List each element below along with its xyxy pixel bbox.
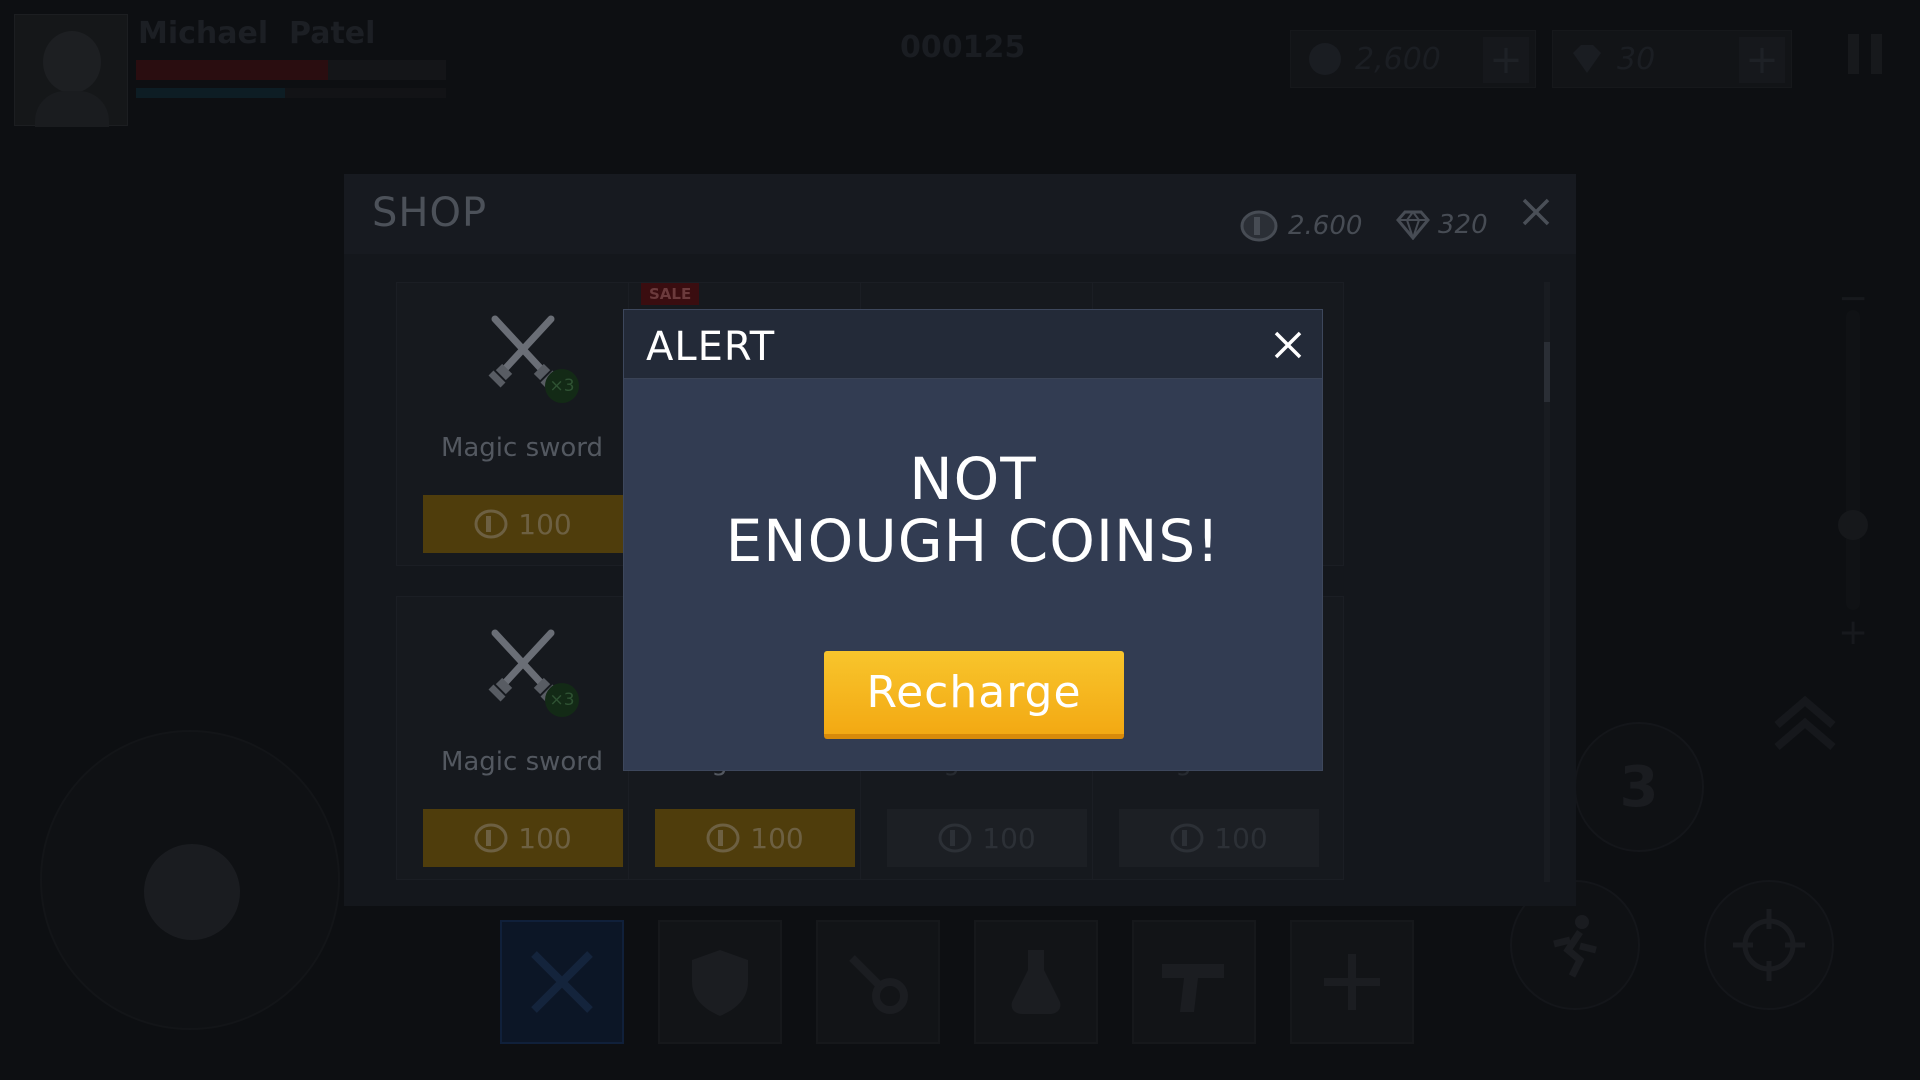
buy-button[interactable]: 100 [1119,809,1319,867]
aim-button[interactable] [1704,880,1834,1010]
coin-resource: 2,600 + [1290,30,1536,88]
counter-button[interactable]: 3 [1574,722,1704,852]
shop-scrollbar[interactable] [1544,282,1550,882]
alert-close-icon[interactable] [1267,324,1309,366]
pause-button[interactable] [1848,34,1882,74]
hud-gem-amount: 30 [1617,41,1656,77]
shop-header: SHOP 2.600 320 [344,174,1576,254]
health-bar [136,60,446,80]
coin-icon [474,509,508,539]
score-display: 000125 [900,30,1026,65]
coin-icon [938,823,972,853]
skill-slot-shield[interactable] [658,920,782,1044]
shop-coin-balance: 2.600 [1240,210,1362,242]
buy-button[interactable]: 100 [655,809,855,867]
game-screen: Michael Patel 000125 2,600 + 30 + − + 3 [0,0,1920,1080]
key-icon [849,955,908,1014]
shop-close-icon[interactable] [1516,192,1556,232]
pause-icon [1848,34,1859,74]
item-price: 100 [518,821,572,855]
gun-icon [1162,964,1224,1012]
shield-icon [692,950,748,1016]
quantity-badge: ×3 [545,369,579,403]
item-price: 100 [750,821,804,855]
shop-gem-balance: 320 [1396,210,1488,240]
zoom-slider-handle[interactable] [1838,510,1868,540]
crosshair-icon [1733,909,1805,981]
gem-icon [1396,210,1430,240]
shop-coin-amount: 2.600 [1288,211,1363,241]
item-price: 100 [982,821,1036,855]
alert-dialog: ALERT NOT ENOUGH COINS! Recharge [623,309,1323,771]
recharge-button[interactable]: Recharge [824,651,1124,739]
skill-slot-key[interactable] [816,920,940,1044]
skill-slot-potion[interactable] [974,920,1098,1044]
item-price: 100 [518,507,572,541]
alert-message-line2: ENOUGH COINS! [725,507,1221,575]
alert-header: ALERT [624,310,1322,379]
player-name: Michael Patel [138,16,376,51]
shop-item-card[interactable]: ×3 Magic sword 100 [396,282,648,566]
buy-button[interactable]: 100 [423,495,623,553]
alert-message: NOT ENOUGH COINS! [624,448,1322,572]
potion-icon [1011,950,1061,1014]
shop-scrollbar-thumb[interactable] [1544,342,1550,402]
item-price: 100 [1214,821,1268,855]
coin-icon [1170,823,1204,853]
zoom-out-icon[interactable]: − [1838,278,1868,319]
joystick-knob[interactable] [144,844,240,940]
add-gems-button[interactable]: + [1739,37,1785,83]
gem-icon [1573,45,1601,73]
zoom-in-icon[interactable]: + [1838,612,1868,653]
counter-value: 3 [1619,754,1659,820]
coin-icon [706,823,740,853]
skill-slot-swords[interactable] [500,920,624,1044]
skill-slot-add[interactable] [1290,920,1414,1044]
add-coins-button[interactable]: + [1483,37,1529,83]
shop-gem-amount: 320 [1438,210,1488,240]
hud-coin-amount: 2,600 [1355,41,1441,77]
runner-icon [1553,915,1597,978]
crossed-swords-icon [531,951,593,1013]
zoom-slider[interactable] [1846,310,1860,610]
buy-button[interactable]: 100 [423,809,623,867]
mana-bar [136,88,446,98]
shop-title: SHOP [372,190,488,236]
quantity-badge: ×3 [545,683,579,717]
shop-item-card[interactable]: ×3 Magic sword 100 [396,596,648,880]
coin-icon [474,823,508,853]
coin-icon [1240,210,1278,242]
buy-button[interactable]: 100 [887,809,1087,867]
chevron-up-icon [1774,695,1836,751]
item-name: Magic sword [440,433,604,463]
movement-joystick[interactable] [40,730,340,1030]
alert-title: ALERT [646,324,776,370]
item-name: Magic sword [440,747,604,777]
plus-icon [1324,954,1380,1010]
player-avatar[interactable] [14,14,128,127]
alert-message-line1: NOT [909,445,1037,513]
skill-slot-gun[interactable] [1132,920,1256,1044]
sale-tag: SALE [641,283,700,305]
coin-icon [1309,43,1341,75]
gem-resource: 30 + [1552,30,1792,88]
jump-button[interactable] [1760,680,1850,770]
